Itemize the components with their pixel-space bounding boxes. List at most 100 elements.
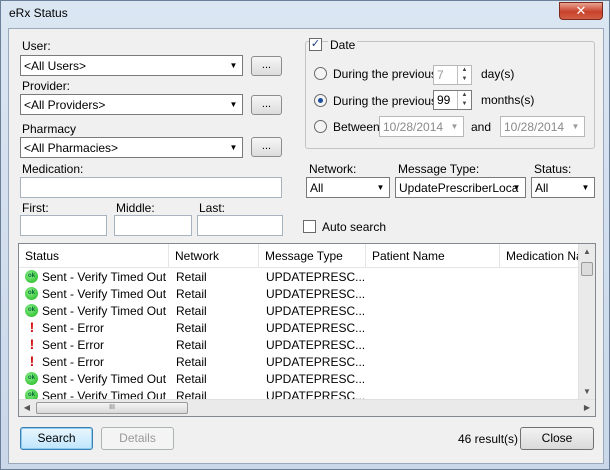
message-type-cell: UPDATEPRESC... bbox=[266, 304, 366, 318]
error-status-icon: ! bbox=[29, 353, 35, 369]
provider-select-value: <All Providers> bbox=[24, 98, 106, 112]
medication-label: Medication: bbox=[22, 162, 84, 176]
details-button[interactable]: Details bbox=[101, 427, 174, 450]
auto-search-checkbox[interactable] bbox=[303, 220, 316, 233]
during-months-radio[interactable] bbox=[314, 94, 327, 107]
during-months-label: During the previous bbox=[333, 94, 438, 108]
between-label: Between bbox=[333, 120, 380, 134]
result-count: 46 result(s) bbox=[458, 432, 519, 446]
spinner-arrows-icon[interactable]: ▲ ▼ bbox=[457, 91, 471, 109]
table-row[interactable]: ! Sent - Error Retail UPDATEPRESC... bbox=[19, 354, 579, 371]
column-header-message-type[interactable]: Message Type bbox=[259, 244, 366, 268]
pharmacy-select[interactable]: <All Pharmacies> ▼ bbox=[20, 137, 243, 158]
scroll-up-icon[interactable]: ▲ bbox=[579, 244, 595, 260]
network-select[interactable]: All ▼ bbox=[306, 177, 390, 198]
from-date-value: 10/28/2014 bbox=[383, 120, 444, 134]
scroll-down-icon[interactable]: ▼ bbox=[579, 384, 595, 400]
status-select[interactable]: All ▼ bbox=[531, 177, 595, 198]
date-checkbox-label: Date bbox=[328, 38, 358, 52]
message-type-select-value: UpdatePrescriberLoca bbox=[399, 181, 519, 195]
scroll-right-icon[interactable]: ▶ bbox=[579, 400, 595, 416]
network-cell: Retail bbox=[176, 321, 207, 335]
dialog-body: User: <All Users> ▼ ... Provider: <All P… bbox=[8, 28, 604, 464]
column-header-status[interactable]: Status bbox=[19, 244, 169, 268]
erx-status-window: eRx Status ✕ User: <All Users> ▼ ... Pro… bbox=[0, 0, 610, 470]
and-label: and bbox=[471, 120, 492, 134]
auto-search-label: Auto search bbox=[322, 220, 387, 234]
ok-status-icon: ok bbox=[25, 372, 38, 385]
results-list[interactable]: Status Network Message Type Patient Name… bbox=[18, 243, 596, 417]
user-browse-button[interactable]: ... bbox=[251, 56, 282, 76]
title-bar[interactable]: eRx Status ✕ bbox=[1, 1, 609, 27]
middle-name-input[interactable] bbox=[114, 215, 192, 236]
scroll-left-icon[interactable]: ◀ bbox=[19, 400, 35, 416]
date-checkbox[interactable]: ✓ bbox=[309, 38, 322, 51]
vertical-scroll-thumb[interactable] bbox=[581, 262, 593, 276]
column-header-patient-name[interactable]: Patient Name bbox=[366, 244, 500, 268]
message-type-label: Message Type: bbox=[398, 162, 480, 176]
middle-name-label: Middle: bbox=[116, 201, 155, 215]
during-days-radio[interactable] bbox=[314, 67, 327, 80]
message-type-cell: UPDATEPRESC... bbox=[266, 287, 366, 301]
chevron-down-icon: ▼ bbox=[229, 61, 238, 70]
ok-status-icon: ok bbox=[25, 304, 38, 317]
last-name-label: Last: bbox=[199, 201, 226, 215]
message-type-cell: UPDATEPRESC... bbox=[266, 372, 366, 386]
close-button[interactable]: Close bbox=[520, 427, 594, 450]
provider-select[interactable]: <All Providers> ▼ bbox=[20, 94, 243, 115]
first-name-label: First: bbox=[22, 201, 49, 215]
network-cell: Retail bbox=[176, 287, 207, 301]
table-row[interactable]: ! Sent - Error Retail UPDATEPRESC... bbox=[19, 337, 579, 354]
network-cell: Retail bbox=[176, 372, 207, 386]
horizontal-scrollbar[interactable]: ◀ III ▶ bbox=[19, 399, 595, 416]
search-button[interactable]: Search bbox=[20, 427, 93, 450]
error-status-icon: ! bbox=[29, 336, 35, 352]
table-row[interactable]: ok Sent - Verify Timed Out Retail UPDATEPRE… bbox=[19, 371, 579, 388]
column-header-medication-name[interactable]: Medication Nar bbox=[500, 244, 579, 268]
user-label: User: bbox=[22, 39, 51, 53]
status-cell: Sent - Error bbox=[42, 321, 105, 335]
chevron-down-icon: ▼ bbox=[229, 143, 238, 152]
window-title: eRx Status bbox=[9, 6, 68, 20]
network-select-value: All bbox=[310, 181, 324, 195]
days-spinner-value: 7 bbox=[437, 68, 444, 82]
days-unit-label: day(s) bbox=[481, 67, 515, 81]
status-cell: Sent - Verify Timed Out bbox=[42, 287, 167, 301]
pharmacy-browse-button[interactable]: ... bbox=[251, 137, 282, 157]
to-date-value: 10/28/2014 bbox=[504, 120, 565, 134]
message-type-cell: UPDATEPRESC... bbox=[266, 321, 366, 335]
user-select[interactable]: <All Users> ▼ bbox=[20, 55, 243, 76]
table-row[interactable]: ok Sent - Verify Timed Out Retail UPDATEPRE… bbox=[19, 269, 579, 286]
chevron-down-icon: ▼ bbox=[450, 122, 459, 131]
close-window-button[interactable]: ✕ bbox=[559, 2, 603, 20]
months-spinner[interactable]: 99 ▲ ▼ bbox=[433, 90, 472, 110]
table-row[interactable]: ! Sent - Error Retail UPDATEPRESC... bbox=[19, 320, 579, 337]
medication-input[interactable] bbox=[20, 177, 282, 198]
vertical-scrollbar[interactable]: ▲ ▼ bbox=[578, 244, 595, 400]
column-header-network[interactable]: Network bbox=[169, 244, 259, 268]
pharmacy-select-value: <All Pharmacies> bbox=[24, 141, 119, 155]
status-cell: Sent - Error bbox=[42, 355, 105, 369]
network-cell: Retail bbox=[176, 355, 207, 369]
last-name-input[interactable] bbox=[197, 215, 283, 236]
message-type-select[interactable]: UpdatePrescriberLoca ▼ bbox=[395, 177, 526, 198]
network-label: Network: bbox=[309, 162, 357, 176]
to-date-picker[interactable]: 10/28/2014 ▼ bbox=[500, 116, 585, 137]
between-radio[interactable] bbox=[314, 120, 327, 133]
status-cell: Sent - Error bbox=[42, 338, 105, 352]
from-date-picker[interactable]: 10/28/2014 ▼ bbox=[379, 116, 464, 137]
horizontal-scroll-thumb[interactable]: III bbox=[36, 402, 188, 414]
error-status-icon: ! bbox=[29, 319, 35, 335]
first-name-input[interactable] bbox=[20, 215, 107, 236]
spinner-arrows-icon[interactable]: ▲ ▼ bbox=[457, 66, 471, 84]
chevron-down-icon: ▼ bbox=[376, 183, 385, 192]
message-type-cell: UPDATEPRESC... bbox=[266, 338, 366, 352]
message-type-cell: UPDATEPRESC... bbox=[266, 355, 366, 369]
days-spinner[interactable]: 7 ▲ ▼ bbox=[433, 65, 472, 85]
status-label: Status: bbox=[534, 162, 572, 176]
status-cell: Sent - Verify Timed Out bbox=[42, 270, 167, 284]
provider-browse-button[interactable]: ... bbox=[251, 95, 282, 115]
ok-status-icon: ok bbox=[25, 270, 38, 283]
table-row[interactable]: ok Sent - Verify Timed Out Retail UPDATEPRE… bbox=[19, 286, 579, 303]
table-row[interactable]: ok Sent - Verify Timed Out Retail UPDATEPRE… bbox=[19, 303, 579, 320]
